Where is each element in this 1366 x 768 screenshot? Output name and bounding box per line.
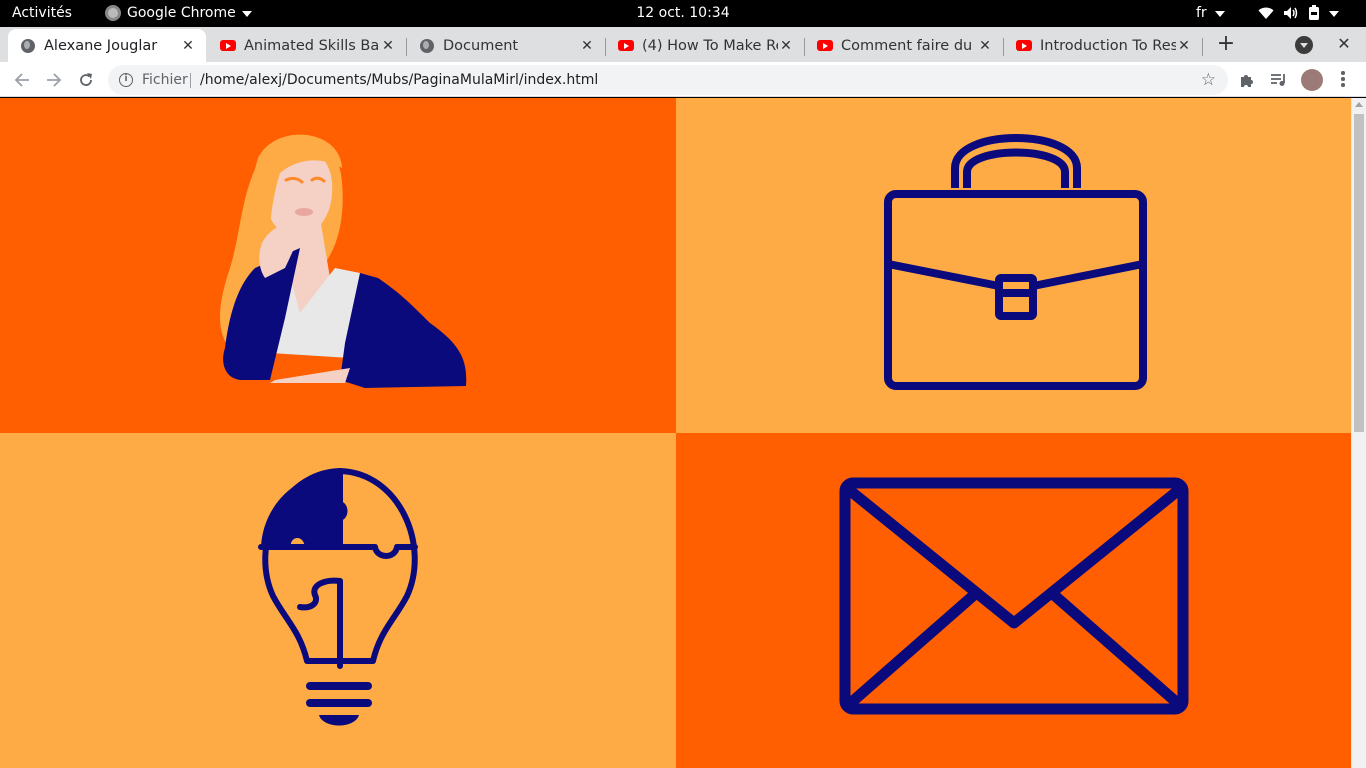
close-icon[interactable]: ✕ bbox=[778, 38, 794, 54]
close-icon[interactable]: ✕ bbox=[180, 38, 196, 54]
forward-button[interactable] bbox=[42, 68, 66, 92]
tile-grid bbox=[0, 98, 1351, 768]
tile-contact[interactable] bbox=[676, 433, 1351, 768]
tab-alexane-jouglar[interactable]: Alexane Jouglar ✕ bbox=[8, 29, 206, 62]
tab-comment-faire[interactable]: Comment faire du "r ✕ bbox=[805, 29, 1004, 62]
tab-strip: Alexane Jouglar ✕ Animated Skills Bar U … bbox=[0, 27, 1366, 62]
tab-document[interactable]: Document ✕ bbox=[407, 29, 606, 62]
wifi-icon bbox=[1258, 7, 1274, 19]
puzzle-icon bbox=[1241, 75, 1253, 87]
globe-icon bbox=[419, 38, 435, 54]
info-icon[interactable]: i bbox=[119, 73, 133, 87]
tab-title: Document bbox=[443, 37, 519, 54]
system-top-bar: Activités Google Chrome 12 oct. 10:34 fr bbox=[0, 0, 1366, 27]
volume-icon bbox=[1284, 7, 1298, 19]
chevron-down-icon bbox=[1214, 11, 1225, 17]
language-label: fr bbox=[1196, 5, 1207, 21]
profile-avatar[interactable] bbox=[1301, 69, 1323, 91]
media-controls-button[interactable] bbox=[1269, 70, 1289, 90]
system-menu[interactable] bbox=[1258, 5, 1339, 21]
tab-title: Introduction To Resp bbox=[1040, 37, 1176, 54]
app-name: Google Chrome bbox=[127, 5, 236, 21]
tab-title: Comment faire du "r bbox=[841, 37, 977, 54]
address-bar[interactable]: i Fichier /home/alexj/Documents/Mubs/Pag… bbox=[108, 65, 1228, 95]
omnibox-divider bbox=[190, 73, 191, 88]
activities-button[interactable]: Activités bbox=[12, 5, 72, 21]
woman-illustration bbox=[220, 134, 467, 388]
youtube-icon bbox=[220, 38, 236, 54]
chevron-down-icon bbox=[1329, 11, 1339, 17]
vertical-scrollbar[interactable] bbox=[1351, 98, 1366, 768]
reload-icon bbox=[80, 73, 92, 86]
star-icon[interactable]: ☆ bbox=[1201, 70, 1216, 90]
tab-how-to-make[interactable]: (4) How To Make Re ✕ bbox=[606, 29, 805, 62]
reload-button[interactable] bbox=[74, 68, 98, 92]
tile-portrait[interactable] bbox=[0, 98, 676, 433]
arrow-left-icon bbox=[14, 73, 29, 87]
scrollbar-thumb[interactable] bbox=[1354, 114, 1364, 432]
chevron-down-icon bbox=[241, 11, 252, 17]
scroll-up-arrow[interactable] bbox=[1355, 102, 1363, 107]
tab-search-button[interactable] bbox=[1295, 36, 1313, 54]
arrow-right-icon bbox=[47, 73, 62, 87]
close-icon[interactable]: ✕ bbox=[977, 38, 993, 54]
close-icon[interactable]: ✕ bbox=[1176, 38, 1192, 54]
tab-animated-skills-bar[interactable]: Animated Skills Bar U ✕ bbox=[208, 29, 407, 62]
url-text[interactable]: /home/alexj/Documents/Mubs/PaginaMulaMir… bbox=[200, 72, 598, 88]
tab-title: (4) How To Make Re bbox=[642, 37, 778, 54]
back-button[interactable] bbox=[10, 68, 34, 92]
close-icon[interactable]: ✕ bbox=[380, 38, 396, 54]
tab-title: Alexane Jouglar bbox=[44, 37, 158, 54]
youtube-icon bbox=[1016, 38, 1032, 54]
page-viewport bbox=[0, 98, 1351, 768]
extensions-button[interactable] bbox=[1237, 70, 1257, 90]
playlist-icon bbox=[1271, 74, 1285, 86]
lightbulb-puzzle-icon bbox=[258, 468, 418, 726]
tab-separator bbox=[1202, 38, 1203, 56]
briefcase-icon bbox=[884, 134, 1147, 390]
app-menu[interactable]: Google Chrome bbox=[105, 5, 252, 21]
window-close-button[interactable]: ✕ bbox=[1334, 31, 1354, 57]
menu-button[interactable] bbox=[1341, 71, 1345, 89]
envelope-icon bbox=[839, 477, 1189, 715]
battery-icon bbox=[1309, 5, 1319, 20]
new-tab-button[interactable]: + bbox=[1214, 29, 1238, 59]
tab-introduction-to-resp[interactable]: Introduction To Resp ✕ bbox=[1004, 29, 1203, 62]
browser-toolbar: i Fichier /home/alexj/Documents/Mubs/Pag… bbox=[0, 62, 1366, 97]
close-icon[interactable]: ✕ bbox=[579, 38, 595, 54]
tab-title: Animated Skills Bar U bbox=[244, 37, 380, 54]
language-menu[interactable]: fr bbox=[1196, 5, 1225, 21]
tile-work[interactable] bbox=[676, 98, 1351, 433]
globe-icon bbox=[20, 38, 36, 54]
youtube-icon bbox=[817, 38, 833, 54]
scheme-label: Fichier bbox=[142, 72, 188, 88]
chrome-icon bbox=[105, 5, 121, 21]
youtube-icon bbox=[618, 38, 634, 54]
tile-skills[interactable] bbox=[0, 433, 676, 768]
